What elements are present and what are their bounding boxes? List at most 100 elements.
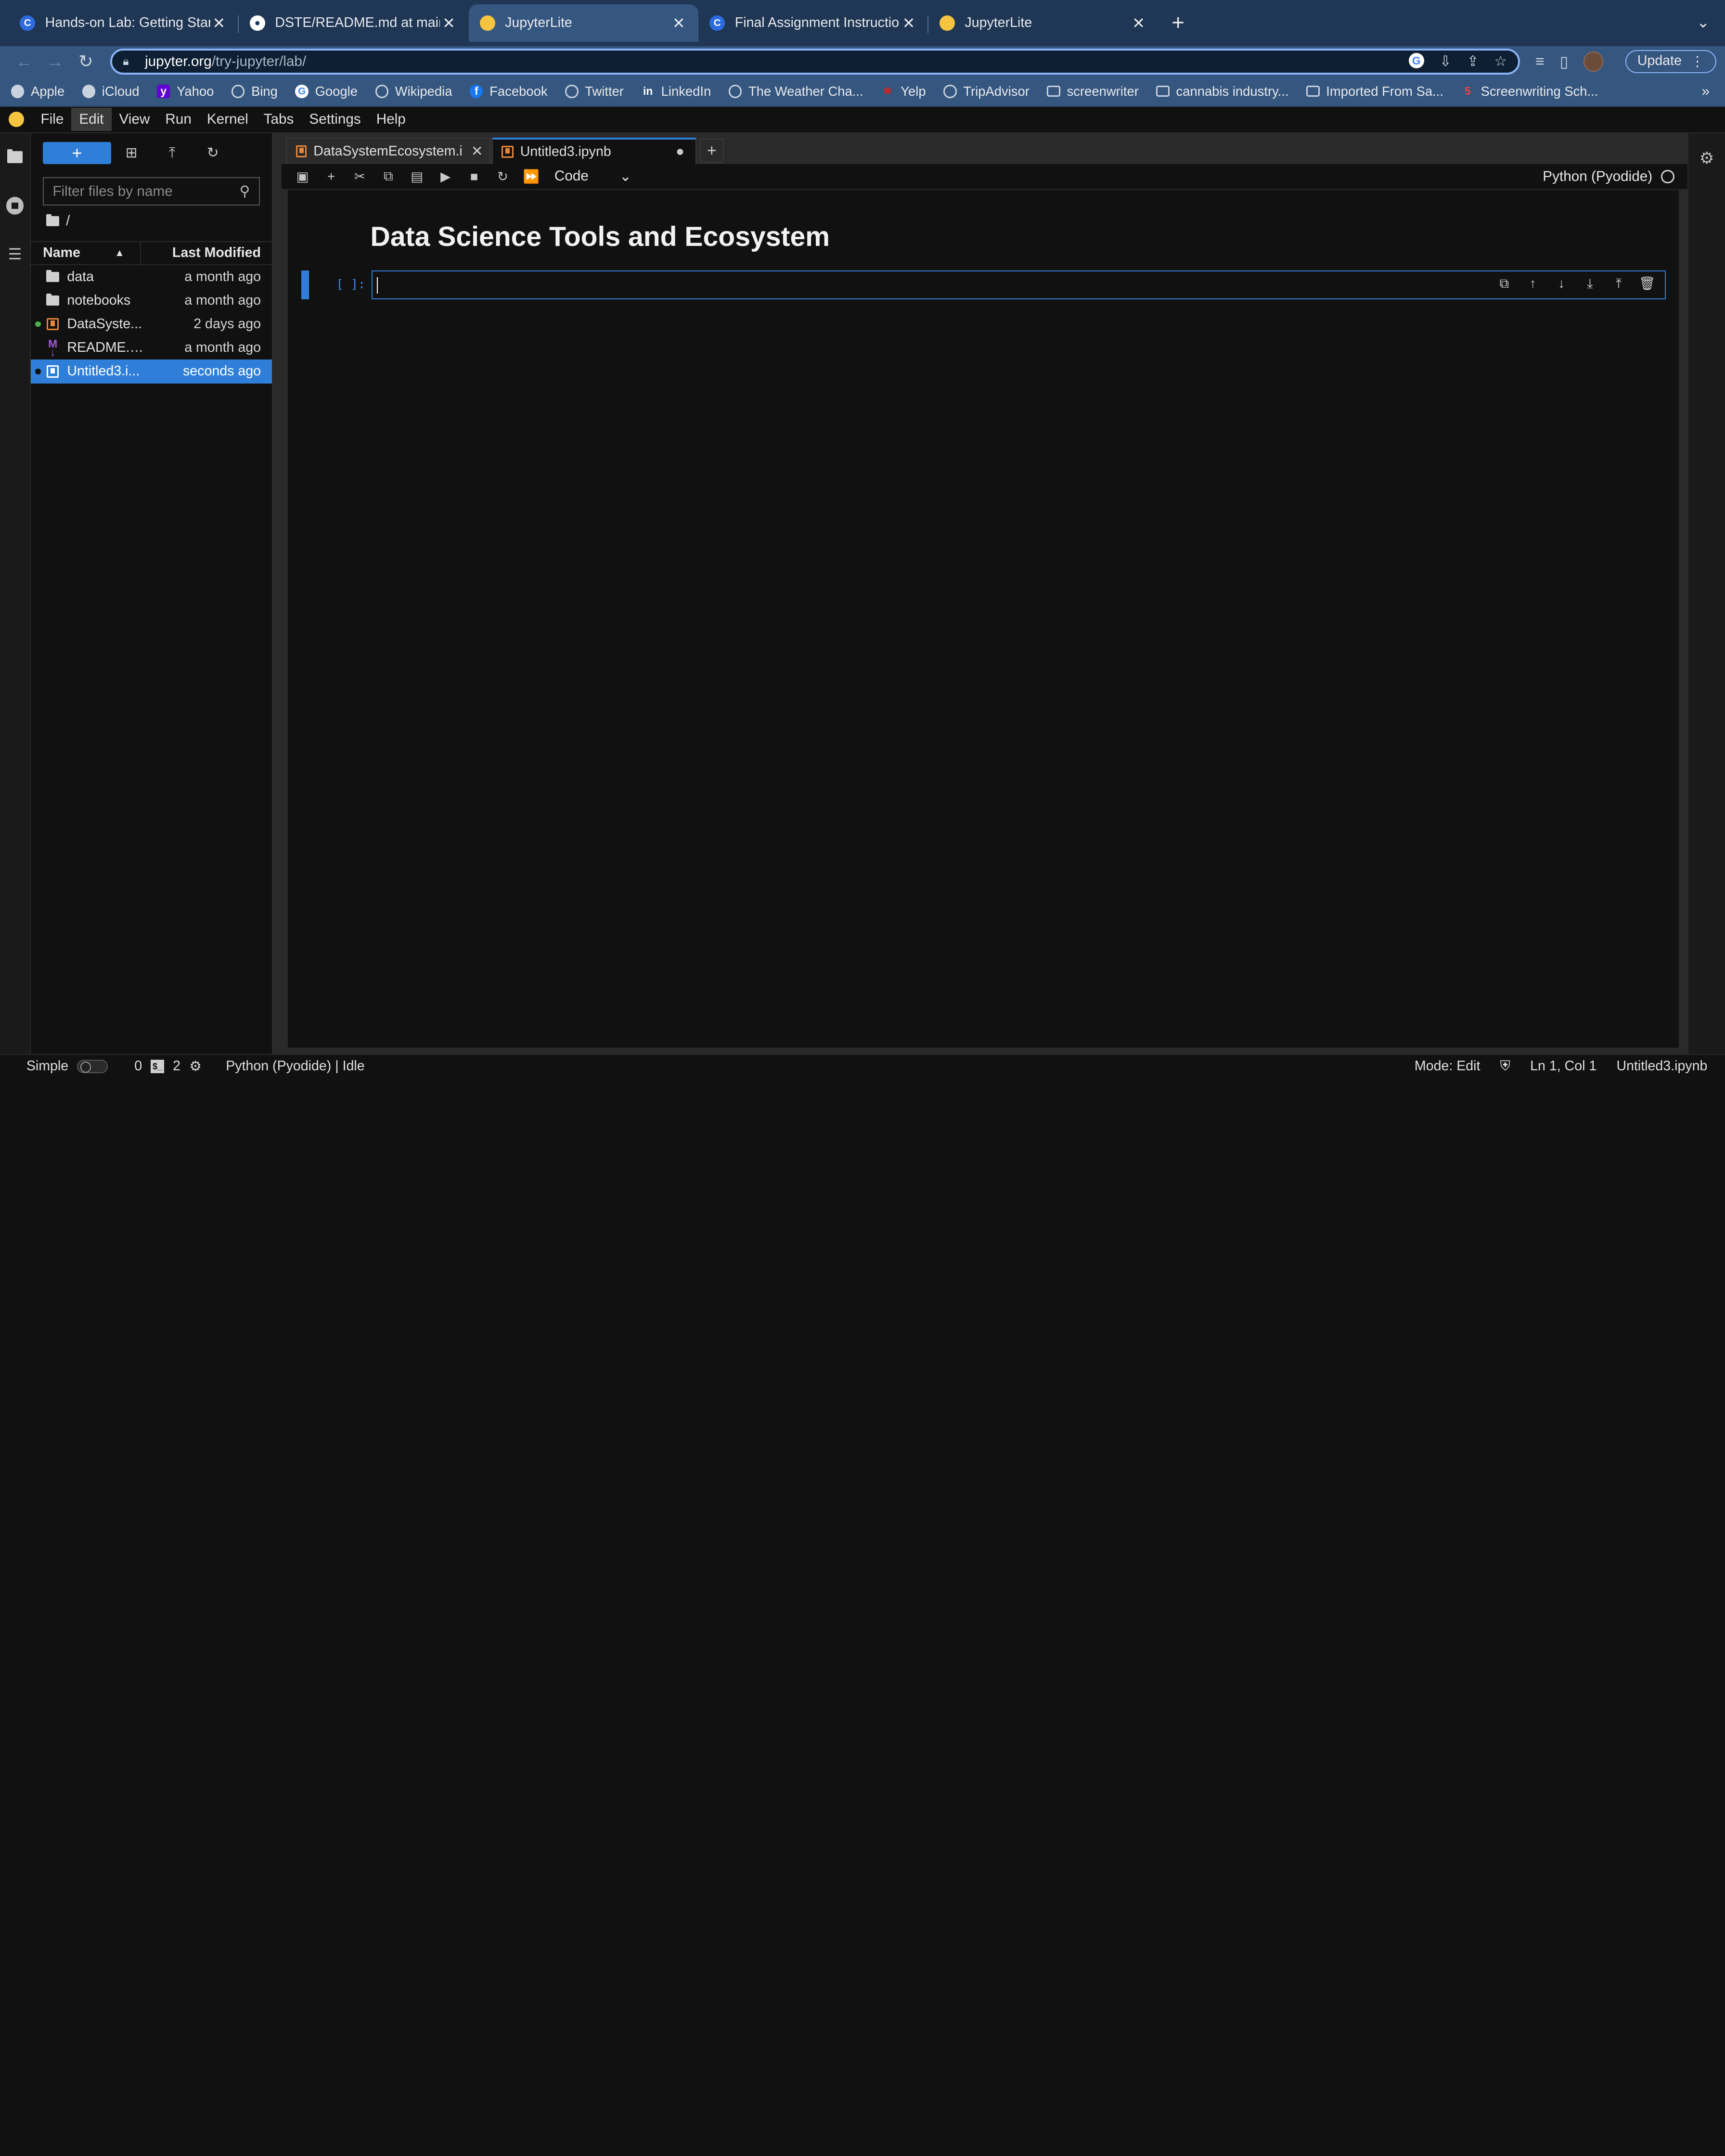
filter-files-input[interactable] xyxy=(52,183,240,200)
bookmark-folder-cannabis[interactable]: cannabis industry... xyxy=(1156,84,1289,99)
restart-icon[interactable]: ↻ xyxy=(489,169,517,184)
tab-untitled3[interactable]: Untitled3.ipynb ● xyxy=(491,137,696,164)
duplicate-cell-icon[interactable]: ⧉ xyxy=(1495,276,1513,292)
terminals-count[interactable]: 0 xyxy=(134,1058,142,1074)
insert-below-icon[interactable]: ⤓ xyxy=(1581,276,1599,292)
bookmark-apple[interactable]: Apple xyxy=(11,84,64,99)
bookmark-google[interactable]: G Google xyxy=(295,84,358,99)
filter-files-field[interactable]: ⚲ xyxy=(43,177,260,206)
cursor-position[interactable]: Ln 1, Col 1 xyxy=(1530,1058,1596,1074)
list-item[interactable]: notebooks a month ago xyxy=(31,289,272,312)
new-folder-icon[interactable]: ⊞ xyxy=(111,144,152,161)
menu-run[interactable]: Run xyxy=(157,108,199,131)
browser-tab-active[interactable]: JupyterLite ✕ xyxy=(468,4,699,42)
bookmark-facebook[interactable]: f Facebook xyxy=(470,84,548,99)
google-lens-icon[interactable]: G xyxy=(1408,53,1424,69)
table-of-contents-icon[interactable]: ☰ xyxy=(5,245,25,263)
side-panel-icon[interactable]: ▯ xyxy=(1560,52,1569,71)
bookmark-tripadvisor[interactable]: TripAdvisor xyxy=(943,84,1030,99)
running-kernels-icon[interactable] xyxy=(6,197,24,215)
bookmark-bing[interactable]: Bing xyxy=(231,84,278,99)
list-item[interactable]: data a month ago xyxy=(31,265,272,289)
tab-datasystemecosystem[interactable]: DataSystemEcosystem.ipyr ✕ xyxy=(286,137,491,164)
list-item[interactable]: DataSyste... 2 days ago xyxy=(31,312,272,336)
close-icon[interactable]: ✕ xyxy=(471,143,483,160)
insert-above-icon[interactable]: ⤒ xyxy=(1610,276,1628,292)
close-tab-icon[interactable]: ✕ xyxy=(900,14,918,32)
new-tab-add-button[interactable]: + xyxy=(699,138,724,163)
new-tab-button[interactable]: + xyxy=(1171,10,1184,35)
menu-tabs[interactable]: Tabs xyxy=(256,108,302,131)
avatar[interactable] xyxy=(1583,51,1604,72)
back-arrow-icon[interactable]: ← xyxy=(9,51,39,72)
add-cell-icon[interactable]: + xyxy=(317,169,345,184)
bookmarks-overflow-icon[interactable]: » xyxy=(1701,83,1710,100)
run-all-icon[interactable]: ⏩ xyxy=(517,169,545,184)
trusted-shield-icon[interactable]: ⛨ xyxy=(1500,1058,1510,1074)
update-button[interactable]: Update ⋮ xyxy=(1625,50,1716,74)
bookmark-icloud[interactable]: iCloud xyxy=(82,84,139,99)
bookmark-weather[interactable]: The Weather Cha... xyxy=(728,84,863,99)
share-icon[interactable]: ⇪ xyxy=(1467,53,1479,70)
menu-file[interactable]: File xyxy=(33,108,72,131)
install-icon[interactable]: ⇩ xyxy=(1440,53,1452,70)
bookmark-folder-imported[interactable]: Imported From Sa... xyxy=(1306,84,1443,99)
bookmark-yelp[interactable]: ✱ Yelp xyxy=(881,84,926,99)
copy-icon[interactable]: ⧉ xyxy=(374,168,402,184)
browser-tab[interactable]: JupyterLite ✕ xyxy=(928,4,1159,42)
paste-icon[interactable]: ▤ xyxy=(403,169,431,184)
bookmark-wikipedia[interactable]: Wikipedia xyxy=(375,84,452,99)
tab-search-chevron-icon[interactable]: ⌄ xyxy=(1697,13,1710,31)
run-icon[interactable]: ▶ xyxy=(431,169,460,184)
close-tab-icon[interactable]: ✕ xyxy=(440,14,458,32)
media-icon[interactable]: ≡ xyxy=(1535,52,1545,70)
list-item[interactable]: M ↓ README.md a month ago xyxy=(31,336,272,359)
browser-tab[interactable]: C Hands-on Lab: Getting Started ✕ xyxy=(9,4,239,42)
breadcrumb-root[interactable]: / xyxy=(66,213,70,229)
menu-kernel[interactable]: Kernel xyxy=(199,108,256,131)
bookmark-folder-screenwriter[interactable]: screenwriter xyxy=(1047,84,1139,99)
bookmark-yahoo[interactable]: y Yahoo xyxy=(157,84,214,99)
file-browser-folder-icon[interactable] xyxy=(5,149,25,167)
move-up-icon[interactable]: ↑ xyxy=(1524,276,1542,292)
column-modified-header[interactable]: Last Modified xyxy=(141,245,272,261)
reload-icon[interactable]: ↻ xyxy=(70,51,101,72)
kernels-count[interactable]: 2 xyxy=(173,1058,180,1074)
bookmark-screenwriting[interactable]: 5 Screenwriting Sch... xyxy=(1461,84,1598,99)
kernel-indicator[interactable]: Python (Pyodide) xyxy=(1543,168,1687,185)
browser-tab[interactable]: ● DSTE/README.md at main · Kh ✕ xyxy=(239,4,469,42)
url-bar[interactable]: 🔒︎ jupyter.org/try-jupyter/lab/ G ⇩ ⇪ ☆ xyxy=(110,48,1520,75)
upload-icon[interactable]: ⤒ xyxy=(152,145,193,161)
cell-editor[interactable]: ⧉ ↑ ↓ ⤓ ⤒ 🗑︎ xyxy=(371,270,1666,299)
markdown-heading[interactable]: Data Science Tools and Ecosystem xyxy=(371,221,830,253)
browser-tab[interactable]: C Final Assignment Instructions: ✕ xyxy=(698,4,929,42)
new-launcher-button[interactable]: + xyxy=(43,141,111,164)
move-down-icon[interactable]: ↓ xyxy=(1553,276,1571,292)
bookmark-star-icon[interactable]: ☆ xyxy=(1494,53,1507,70)
kernel-status[interactable]: Python (Pyodide) | Idle xyxy=(226,1058,364,1074)
delete-cell-icon[interactable]: 🗑︎ xyxy=(1638,276,1656,292)
menu-view[interactable]: View xyxy=(112,108,158,131)
panel-splitter[interactable] xyxy=(272,133,282,1054)
breadcrumb[interactable]: / xyxy=(31,205,272,236)
code-cell[interactable]: [ ]: ⧉ ↑ ↓ ⤓ ⤒ 🗑︎ xyxy=(301,270,1666,299)
forward-arrow-icon[interactable]: → xyxy=(39,51,70,72)
cell-type-select[interactable]: Code ⌄ xyxy=(554,168,631,185)
close-tab-icon[interactable]: ✕ xyxy=(670,14,688,32)
unsaved-dot-icon[interactable]: ● xyxy=(676,143,684,160)
stop-icon[interactable]: ■ xyxy=(460,169,488,184)
close-tab-icon[interactable]: ✕ xyxy=(210,14,228,32)
property-inspector-gear-icon[interactable]: ⚙ xyxy=(1699,149,1714,1054)
bookmark-twitter[interactable]: Twitter xyxy=(565,84,624,99)
column-name-header[interactable]: Name ▲ xyxy=(31,242,141,264)
close-tab-icon[interactable]: ✕ xyxy=(1130,14,1147,32)
simple-mode-toggle[interactable] xyxy=(77,1060,108,1073)
refresh-icon[interactable]: ↻ xyxy=(193,144,233,161)
menu-edit[interactable]: Edit xyxy=(71,108,112,131)
cut-icon[interactable]: ✂ xyxy=(346,169,374,184)
bookmark-linkedin[interactable]: in LinkedIn xyxy=(642,84,711,99)
menu-help[interactable]: Help xyxy=(369,108,413,131)
save-icon[interactable]: ▣ xyxy=(288,169,317,184)
menu-settings[interactable]: Settings xyxy=(301,108,368,131)
list-item-selected[interactable]: Untitled3.i... seconds ago xyxy=(30,359,272,384)
